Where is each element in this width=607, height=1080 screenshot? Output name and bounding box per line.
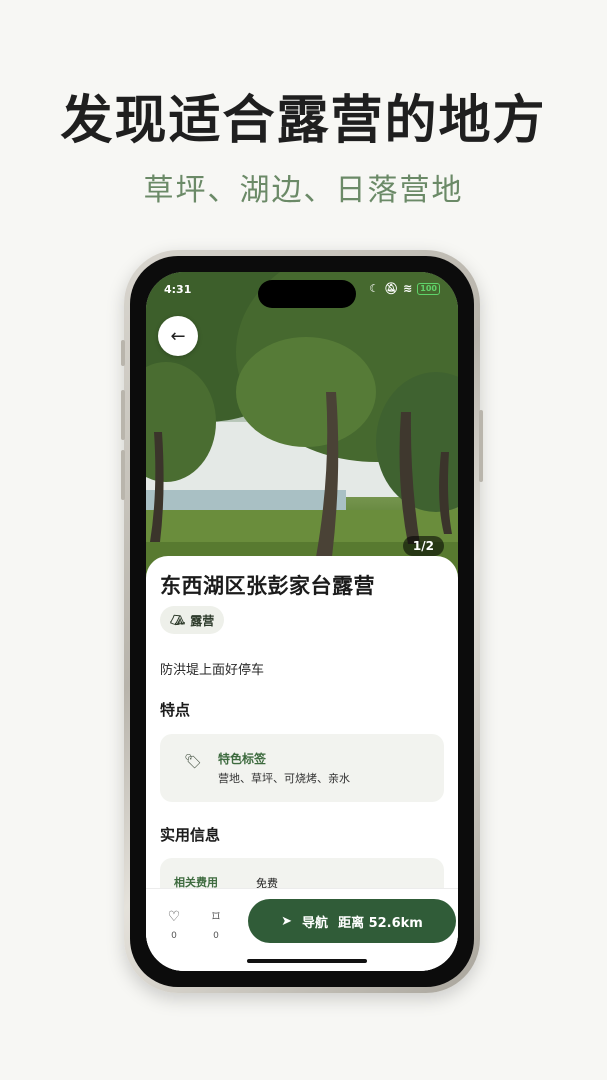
promo-headline: 发现适合露营的地方 — [60, 91, 547, 151]
volume-down-button — [121, 450, 125, 500]
feature-card: 🏷︎ 特色标签 营地、草坪、可烧烤、亲水 — [160, 734, 444, 802]
phone-frame: 4:31 ☾ 🔕︎ ≋ 100 ← 1/2 东西湖区张彭家台露营 ⛺︎ 露营 防… — [121, 250, 483, 993]
action-button — [121, 340, 125, 366]
phone-bezel: 4:31 ☾ 🔕︎ ≋ 100 ← 1/2 东西湖区张彭家台露营 ⛺︎ 露营 防… — [130, 256, 474, 987]
back-button[interactable]: ← — [158, 316, 198, 356]
category-tag-label: 露营 — [190, 613, 215, 628]
navigate-label: 导航 — [302, 915, 329, 931]
place-title: 东西湖区张彭家台露营 — [160, 574, 375, 598]
power-button — [479, 410, 483, 482]
tent-icon: ⛺︎ — [170, 613, 186, 627]
volume-up-button — [121, 390, 125, 440]
mute-icon: 🔕︎ — [384, 282, 399, 295]
battery-icon: 100 — [417, 282, 440, 295]
promo-subline: 草坪、湖边、日落营地 — [143, 173, 464, 208]
status-time: 4:31 — [164, 283, 192, 296]
status-bar: 4:31 ☾ 🔕︎ ≋ 100 — [146, 280, 458, 302]
wifi-icon: ≋ — [403, 282, 413, 295]
bottom-action-bar: ♡ 0 ⌑ 0 ➤ 导航 距离 52.6km — [146, 888, 458, 971]
arrow-left-icon: ← — [170, 325, 186, 347]
price-tag-icon: 🏷︎ — [184, 754, 202, 770]
distance-label: 距离 52.6km — [338, 915, 423, 931]
bookmark-count: 0 — [213, 931, 219, 941]
features-section-title: 特点 — [160, 701, 191, 719]
category-tag[interactable]: ⛺︎ 露营 — [160, 606, 225, 634]
feature-card-value: 营地、草坪、可烧烤、亲水 — [218, 772, 350, 785]
place-description: 防洪堤上面好停车 — [160, 663, 265, 678]
like-button[interactable]: ♡ 0 — [162, 909, 186, 941]
heart-icon: ♡ — [167, 909, 181, 925]
feature-card-heading: 特色标签 — [218, 752, 267, 766]
like-count: 0 — [171, 931, 177, 941]
navigation-arrow-icon: ➤ — [281, 913, 293, 929]
bookmark-button[interactable]: ⌑ 0 — [204, 909, 228, 941]
place-photo[interactable]: 4:31 ☾ 🔕︎ ≋ 100 ← 1/2 — [146, 272, 458, 582]
moon-icon: ☾ — [369, 282, 380, 295]
practical-info-section-title: 实用信息 — [160, 826, 221, 844]
bookmark-icon: ⌑ — [212, 909, 220, 925]
photo-counter: 1/2 — [402, 536, 444, 556]
navigate-button[interactable]: ➤ 导航 距离 52.6km — [248, 899, 456, 943]
home-indicator[interactable] — [247, 959, 367, 963]
app-screen: 4:31 ☾ 🔕︎ ≋ 100 ← 1/2 东西湖区张彭家台露营 ⛺︎ 露营 防… — [146, 272, 458, 971]
